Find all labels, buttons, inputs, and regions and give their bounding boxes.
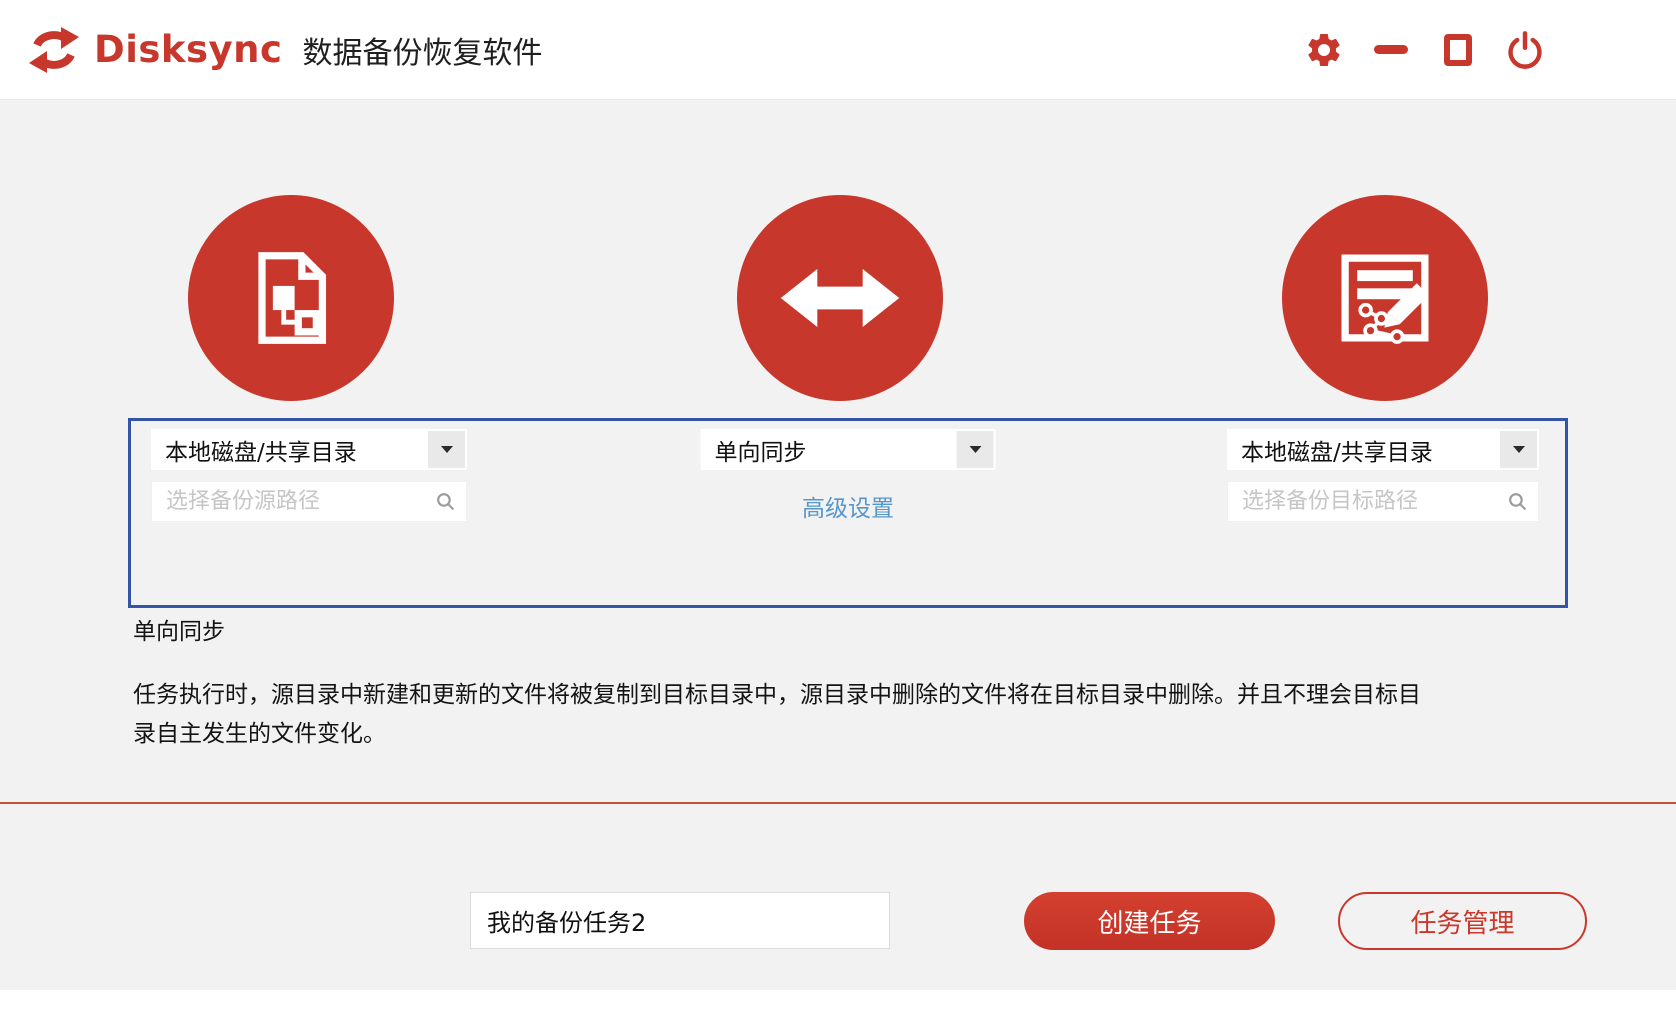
settings-gear-icon[interactable]	[1304, 30, 1344, 70]
app-title: 数据备份恢复软件	[302, 35, 543, 71]
sync-logo-icon	[28, 24, 80, 76]
source-type-dropdown[interactable]: 本地磁盘/共享目录	[151, 429, 467, 470]
target-path-box	[1227, 481, 1539, 522]
brand-name: Disksync	[94, 28, 283, 71]
source-path-box	[151, 481, 467, 522]
target-type-value: 本地磁盘/共享目录	[1241, 439, 1433, 466]
source-type-value: 本地磁盘/共享目录	[165, 439, 357, 466]
minimize-icon[interactable]	[1371, 30, 1411, 70]
sync-mode-column: 单向同步 高级设置	[700, 429, 996, 523]
sync-mode-description: 任务执行时，源目录中新建和更新的文件将被复制到目标目录中，源目录中删除的文件将在…	[133, 682, 1421, 747]
chevron-down-icon[interactable]	[1500, 431, 1537, 468]
bottom-strip	[0, 990, 1676, 1014]
search-icon[interactable]	[1507, 491, 1528, 512]
create-task-button[interactable]: 创建任务	[1024, 892, 1275, 950]
search-icon[interactable]	[435, 491, 456, 512]
advanced-settings-link[interactable]: 高级设置	[701, 489, 996, 523]
sync-mode-value: 单向同步	[714, 439, 807, 466]
source-document-icon	[188, 195, 394, 401]
power-icon[interactable]	[1505, 30, 1545, 70]
brand: Disksync 数据备份恢复软件	[28, 24, 542, 76]
sync-mode-title: 单向同步	[133, 619, 225, 645]
task-name-input[interactable]	[470, 892, 890, 949]
chevron-down-icon[interactable]	[428, 431, 465, 468]
source-path-input[interactable]	[151, 481, 467, 522]
titlebar: Disksync 数据备份恢复软件	[0, 0, 1676, 100]
config-panel: 本地磁盘/共享目录 单向同步 高级设置 本地磁盘/共享目录	[128, 418, 1568, 608]
divider	[0, 802, 1676, 804]
window-controls	[1304, 30, 1545, 70]
sync-mode-dropdown[interactable]: 单向同步	[700, 429, 996, 470]
task-edit-icon	[1282, 195, 1488, 401]
sync-direction-icon	[737, 195, 943, 401]
chevron-down-icon[interactable]	[956, 431, 994, 468]
task-manager-button[interactable]: 任务管理	[1338, 892, 1587, 950]
target-column: 本地磁盘/共享目录	[1227, 429, 1539, 522]
maximize-icon[interactable]	[1438, 30, 1478, 70]
source-column: 本地磁盘/共享目录	[151, 429, 467, 522]
target-path-input[interactable]	[1227, 481, 1539, 522]
target-type-dropdown[interactable]: 本地磁盘/共享目录	[1227, 429, 1539, 470]
